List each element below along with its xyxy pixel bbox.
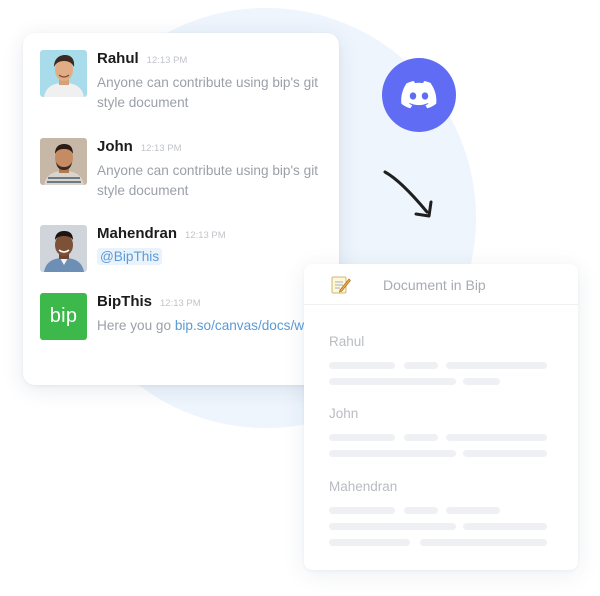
placeholder-line bbox=[329, 523, 456, 530]
chat-card: Rahul 12:13 PM Anyone can contribute usi… bbox=[23, 33, 339, 385]
placeholder-line bbox=[329, 539, 410, 546]
placeholder-line bbox=[329, 507, 395, 514]
placeholder-line bbox=[463, 450, 547, 457]
document-title: Document in Bip bbox=[383, 277, 486, 293]
mention-link[interactable]: @BipThis bbox=[97, 248, 163, 265]
placeholder-line bbox=[329, 378, 456, 385]
placeholder-line bbox=[329, 362, 395, 369]
message-time: 12:13 PM bbox=[160, 298, 201, 309]
message-time: 12:13 PM bbox=[146, 55, 188, 66]
john-avatar bbox=[40, 138, 87, 185]
bip-logo: bip bbox=[40, 293, 87, 340]
contributor-name: Rahul bbox=[329, 334, 365, 349]
message-author: John bbox=[97, 138, 133, 155]
chat-message: John 12:13 PM Anyone can contribute usin… bbox=[40, 138, 330, 208]
chat-message: bip BipThis 12:13 PM Here you go bip.so/… bbox=[40, 293, 330, 363]
mahendran-avatar bbox=[40, 225, 87, 272]
placeholder-line bbox=[404, 507, 438, 514]
message-time: 12:13 PM bbox=[185, 230, 226, 241]
placeholder-line bbox=[463, 523, 547, 530]
placeholder-line bbox=[446, 362, 547, 369]
chat-message: Rahul 12:13 PM Anyone can contribute usi… bbox=[40, 50, 330, 120]
arrow-icon bbox=[383, 170, 433, 218]
placeholder-line bbox=[446, 434, 547, 441]
message-author: BipThis bbox=[97, 293, 152, 310]
memo-icon bbox=[331, 276, 351, 294]
discord-icon bbox=[401, 81, 437, 109]
placeholder-line bbox=[329, 450, 456, 457]
message-text: Anyone can contribute using bip's git st… bbox=[97, 163, 318, 198]
placeholder-line bbox=[404, 434, 438, 441]
contributor-name: John bbox=[329, 406, 359, 421]
rahul-avatar bbox=[40, 50, 87, 97]
placeholder-line bbox=[329, 434, 395, 441]
placeholder-line bbox=[420, 539, 547, 546]
message-author: Mahendran bbox=[97, 225, 178, 242]
placeholder-line bbox=[446, 507, 500, 514]
document-card: Document in Bip Rahul John Mahendran bbox=[304, 264, 578, 570]
placeholder-line bbox=[404, 362, 438, 369]
stage: Rahul 12:13 PM Anyone can contribute usi… bbox=[0, 0, 600, 596]
message-text-prefix: Here you go bbox=[97, 318, 175, 333]
message-time: 12:13 PM bbox=[140, 143, 182, 154]
document-header: Document in Bip bbox=[304, 264, 578, 305]
chat-message: Mahendran 12:13 PM @BipThis bbox=[40, 225, 330, 275]
discord-badge bbox=[382, 58, 456, 132]
message-text: Anyone can contribute using bip's git st… bbox=[97, 75, 318, 110]
contributor-name: Mahendran bbox=[329, 479, 398, 494]
message-author: Rahul bbox=[97, 50, 139, 67]
placeholder-line bbox=[463, 378, 500, 385]
message-text: Here you go bip.so/canvas/docs/w345 bbox=[97, 316, 327, 336]
